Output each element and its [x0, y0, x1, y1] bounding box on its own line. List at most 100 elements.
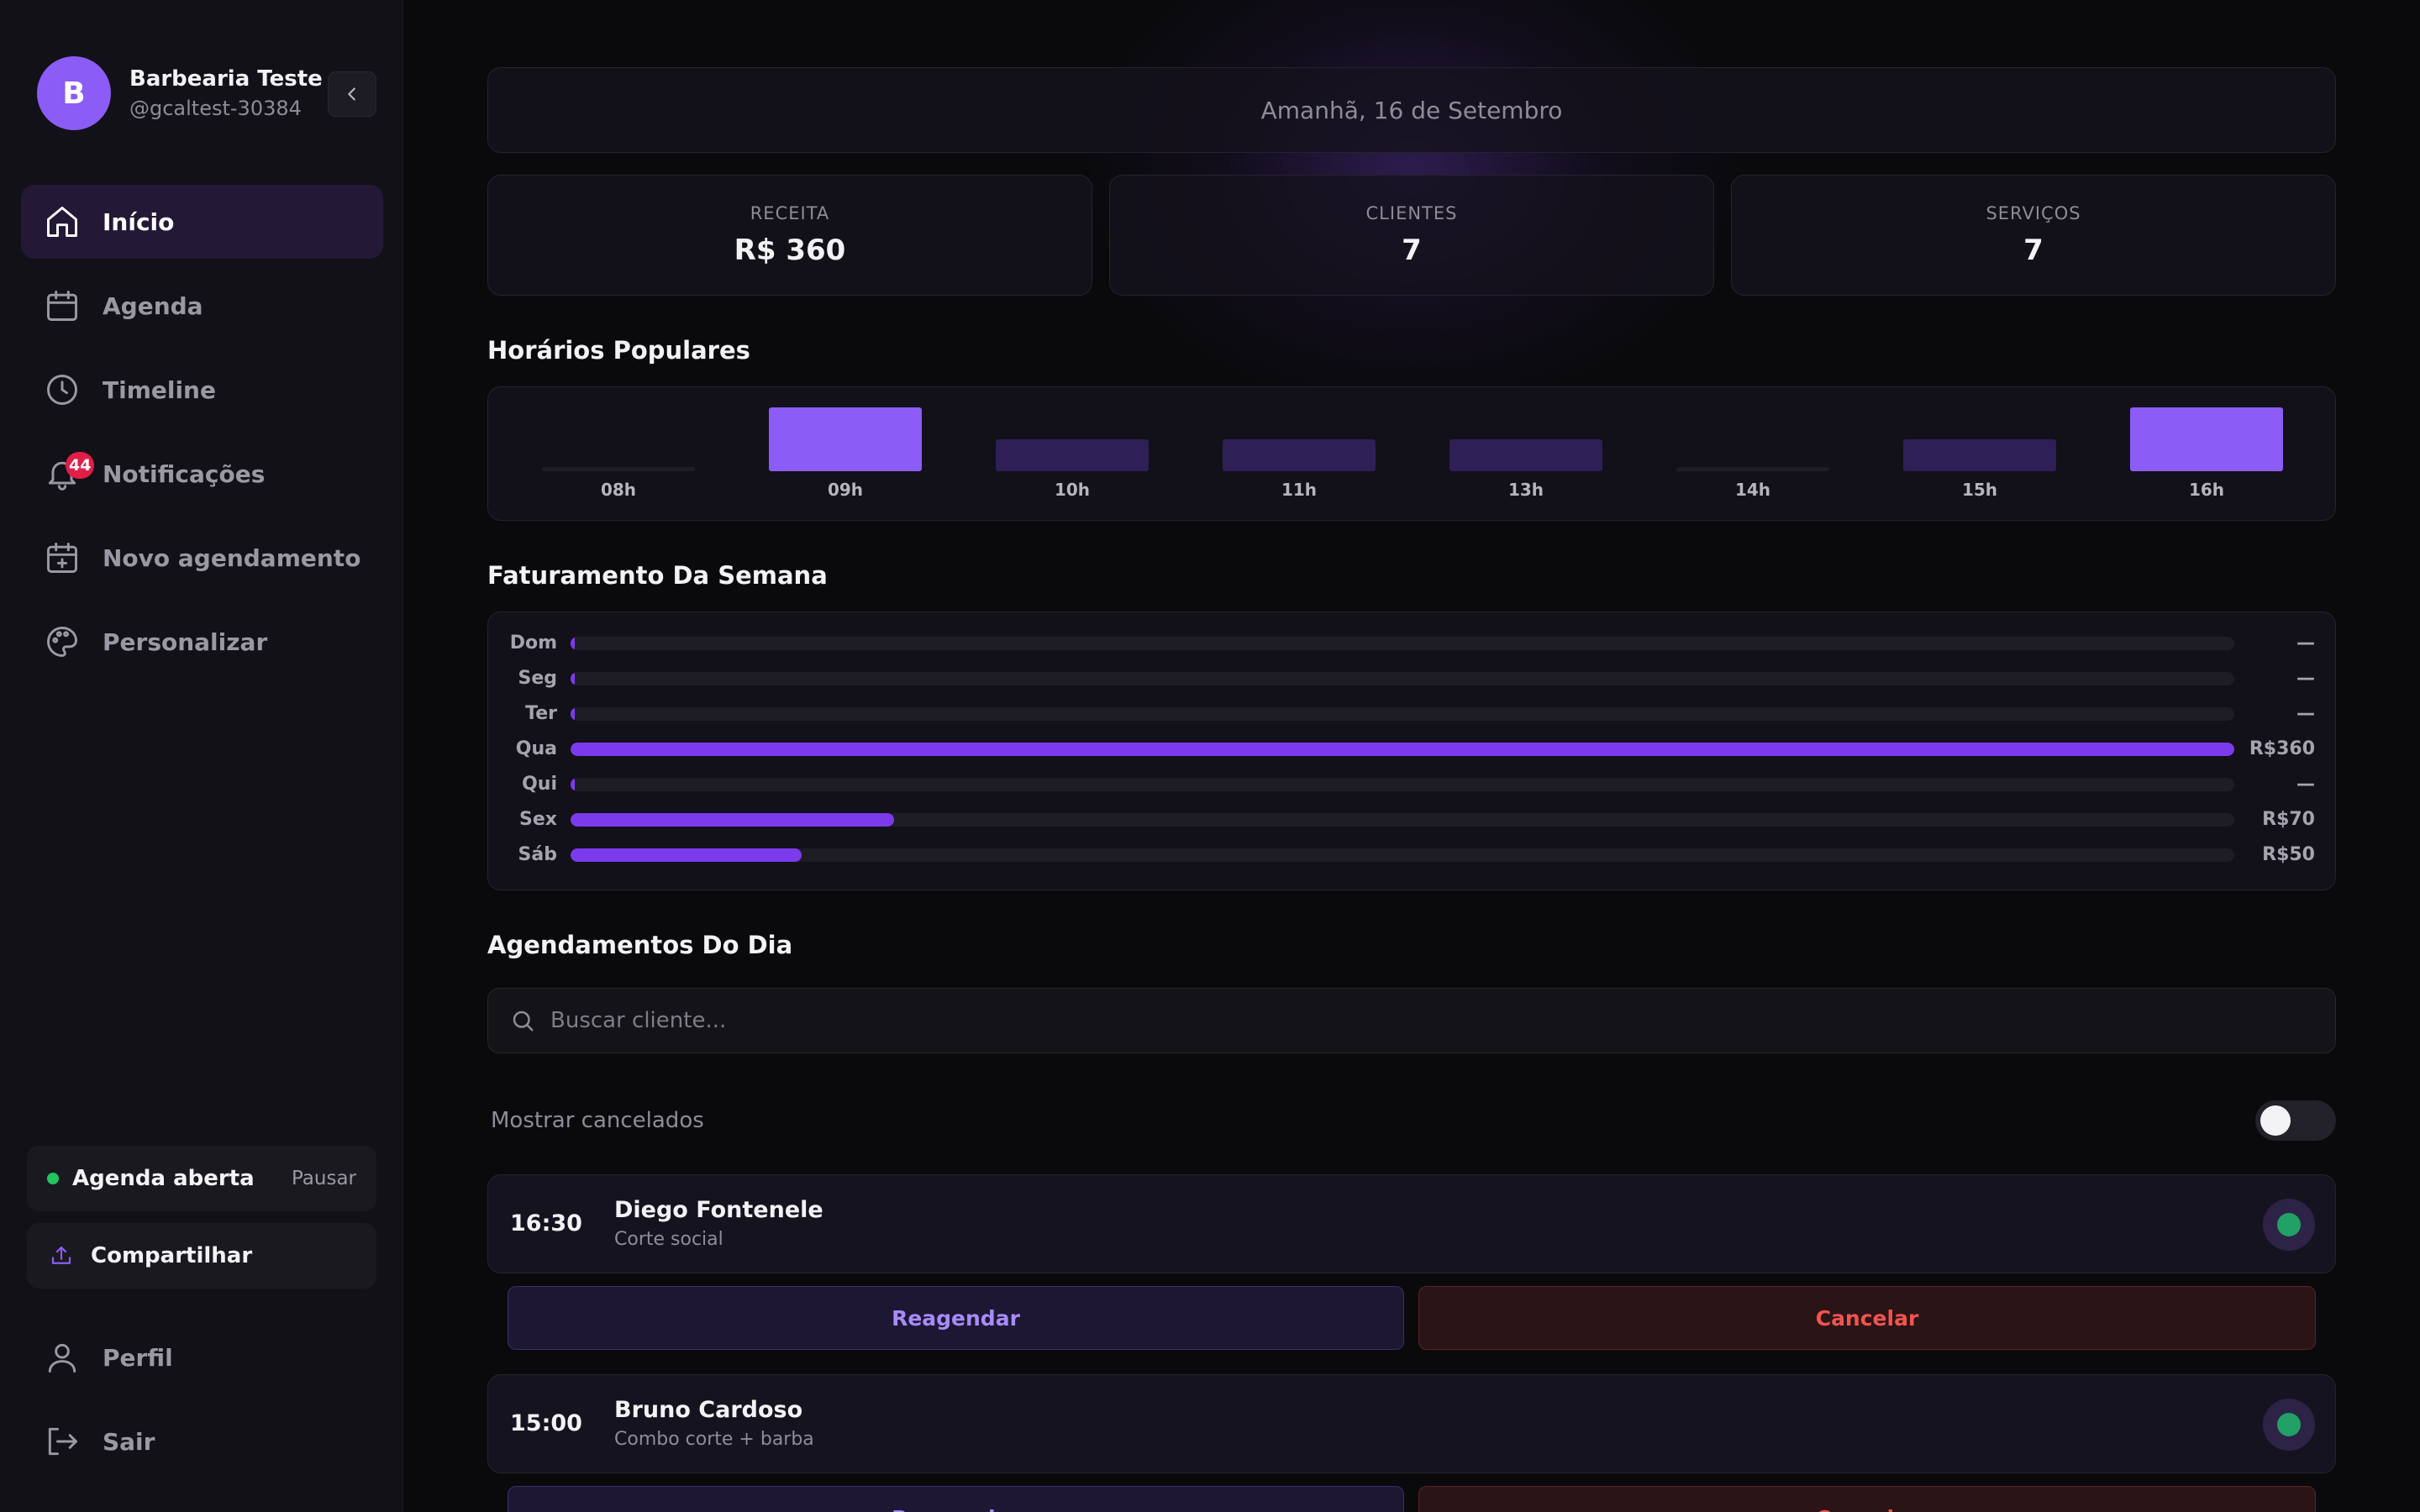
week-bar-fill — [571, 637, 575, 650]
appointment-time: 16:30 — [510, 1210, 582, 1236]
nav-label: Notificações — [103, 459, 266, 488]
show-cancelled-row: Mostrar cancelados — [491, 1100, 2336, 1141]
popular-hours-title: Horários Populares — [487, 336, 750, 365]
agenda-status-card: Agenda aberta Pausar — [27, 1146, 376, 1211]
nav-item-notificacoes[interactable]: 44 Notificações — [21, 437, 383, 511]
hour-label: 10h — [1054, 480, 1091, 500]
status-open-dot — [47, 1173, 59, 1184]
show-cancelled-label: Mostrar cancelados — [491, 1108, 704, 1133]
account-nav: Perfil Sair — [21, 1320, 383, 1488]
week-day-label: Sex — [519, 809, 557, 830]
nav-item-personalizar[interactable]: Personalizar — [21, 605, 383, 679]
toggle-knob — [2260, 1105, 2291, 1136]
share-button[interactable]: Compartilhar — [27, 1223, 376, 1289]
stat-card-revenue: RECEITA R$ 360 — [487, 175, 1092, 296]
week-value-label: — — [2296, 633, 2315, 654]
stat-label: SERVIÇOS — [1986, 203, 2081, 223]
sidebar: B Barbearia Teste @gcaltest-30384 Início… — [0, 0, 403, 1512]
search-icon — [513, 1011, 534, 1032]
hour-bar — [542, 467, 695, 471]
nav-label: Início — [103, 207, 175, 236]
nav-item-agenda[interactable]: Agenda — [21, 269, 383, 343]
calendar-icon — [44, 287, 81, 324]
hour-label: 15h — [1961, 480, 1998, 500]
nav-label: Sair — [103, 1427, 155, 1456]
selected-date: Amanhã, 16 de Setembro — [1260, 96, 1563, 124]
stat-value: 7 — [1402, 234, 1422, 267]
stat-value: 7 — [2023, 234, 2044, 267]
week-bar-track — [571, 778, 2234, 791]
hour-column: 09h — [769, 387, 922, 522]
weekly-revenue-title: Faturamento Da Semana — [487, 561, 828, 590]
status-dot — [2277, 1413, 2301, 1436]
agenda-status-label: Agenda aberta — [72, 1166, 255, 1191]
week-bar-track — [571, 707, 2234, 721]
confirm-status-button[interactable] — [2263, 1199, 2315, 1251]
cancel-button[interactable]: Cancelar — [1418, 1486, 2316, 1512]
week-bar-track — [571, 813, 2234, 827]
clock-icon — [44, 371, 81, 408]
client-name: Bruno Cardoso — [614, 1397, 803, 1423]
week-row: Sex R$70 — [488, 807, 2337, 832]
hour-column: 15h — [1903, 387, 2056, 522]
hour-label: 13h — [1507, 480, 1544, 500]
appointment-card[interactable]: 15:00 Bruno Cardoso Combo corte + barba — [487, 1374, 2336, 1473]
nav-item-perfil[interactable]: Perfil — [21, 1320, 383, 1394]
hour-label: 08h — [600, 480, 637, 500]
week-day-label: Sáb — [518, 844, 557, 865]
service-name: Corte social — [614, 1229, 723, 1250]
collapse-sidebar-button[interactable] — [328, 71, 376, 117]
week-value-label: R$50 — [2262, 844, 2315, 865]
nav-item-sair[interactable]: Sair — [21, 1404, 383, 1478]
week-bar-fill — [571, 743, 2234, 756]
nav-item-timeline[interactable]: Timeline — [21, 353, 383, 427]
nav-item-inicio[interactable]: Início — [21, 185, 383, 259]
hour-bar — [1449, 439, 1602, 471]
cancel-button[interactable]: Cancelar — [1418, 1286, 2316, 1350]
reschedule-button[interactable]: Reagendar — [508, 1486, 1404, 1512]
weekly-revenue-chart: Dom — Seg — Ter — Qua R$360 Qui — Sex R$70 Sáb R$50 — [487, 612, 2336, 890]
business-name: Barbearia Teste — [129, 66, 323, 92]
week-value-label: — — [2296, 668, 2315, 689]
hour-label: 11h — [1281, 480, 1318, 500]
show-cancelled-toggle[interactable] — [2255, 1100, 2336, 1141]
week-day-label: Seg — [518, 668, 557, 689]
nav-label: Timeline — [103, 375, 216, 404]
hour-column: 08h — [542, 387, 695, 522]
week-value-label: R$360 — [2249, 738, 2315, 759]
week-row: Qui — — [488, 772, 2337, 797]
home-icon — [44, 203, 81, 240]
nav-label: Agenda — [103, 291, 203, 320]
pause-agenda-button[interactable]: Pausar — [292, 1168, 356, 1189]
hour-column: 10h — [996, 387, 1149, 522]
hour-column: 14h — [1676, 387, 1829, 522]
week-bar-fill — [571, 848, 802, 862]
confirm-status-button[interactable] — [2263, 1399, 2315, 1451]
profile-header[interactable]: B Barbearia Teste @gcaltest-30384 — [37, 56, 323, 130]
week-value-label: — — [2296, 703, 2315, 724]
stat-label: RECEITA — [750, 203, 830, 223]
hour-bar — [769, 407, 922, 471]
appointment-card[interactable]: 16:30 Diego Fontenele Corte social — [487, 1174, 2336, 1273]
hour-bar — [996, 439, 1149, 471]
notification-count-badge: 44 — [66, 452, 95, 479]
week-bar-fill — [571, 672, 575, 685]
hour-column: 16h — [2130, 387, 2283, 522]
week-row: Seg — — [488, 666, 2337, 691]
hour-label: 09h — [827, 480, 864, 500]
share-upload-icon — [51, 1246, 71, 1264]
week-row: Dom — — [488, 631, 2337, 656]
week-row: Qua R$360 — [488, 737, 2337, 762]
client-search[interactable] — [487, 988, 2336, 1053]
week-value-label: R$70 — [2262, 809, 2315, 830]
nav-label: Personalizar — [103, 627, 268, 656]
nav-item-novo-agendamento[interactable]: Novo agendamento — [21, 521, 383, 595]
week-day-label: Dom — [509, 633, 557, 654]
reschedule-button[interactable]: Reagendar — [508, 1286, 1404, 1350]
search-input[interactable] — [550, 1008, 2147, 1033]
hour-bar — [1903, 439, 2056, 471]
week-day-label: Ter — [525, 703, 557, 724]
week-bar-fill — [571, 813, 894, 827]
week-bar-track — [571, 672, 2234, 685]
status-dot — [2277, 1213, 2301, 1236]
